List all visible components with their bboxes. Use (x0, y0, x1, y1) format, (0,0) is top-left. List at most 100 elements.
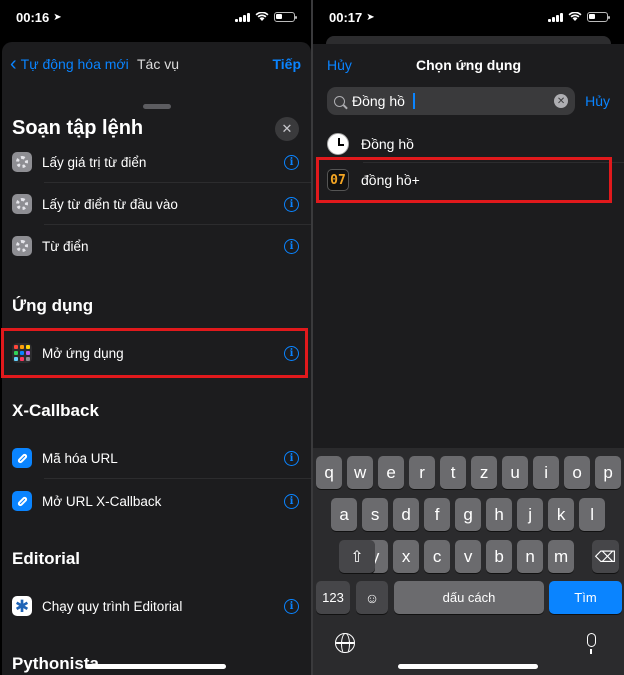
key-o[interactable]: o (564, 456, 591, 489)
wifi-icon (568, 12, 582, 21)
search-go-key[interactable]: Tìm (549, 581, 622, 614)
action-row-run-editorial-workflow[interactable]: ✱ Chạy quy trình Editorial i (2, 585, 311, 627)
info-icon[interactable]: i (284, 154, 299, 170)
numbers-key[interactable]: 123 (316, 581, 350, 614)
search-input[interactable] (352, 93, 414, 109)
text-caret (413, 93, 415, 109)
signal-icon (548, 12, 563, 22)
info-icon[interactable]: i (284, 493, 299, 509)
gear-icon (12, 194, 32, 214)
key-g[interactable]: g (455, 498, 482, 531)
backspace-key[interactable]: ⌫ (592, 540, 619, 573)
location-arrow-icon: ➤ (366, 11, 375, 23)
highlight-box (1, 328, 308, 378)
action-label: Từ điển (42, 238, 89, 254)
search-icon (334, 95, 345, 107)
key-c[interactable]: c (424, 540, 451, 573)
editorial-icon: ✱ (12, 596, 32, 616)
key-d[interactable]: d (393, 498, 420, 531)
section-header-apps: Ứng dụng (12, 296, 94, 315)
key-u[interactable]: u (502, 456, 529, 489)
sheet-title: Soạn tập lệnh (12, 117, 144, 139)
key-n[interactable]: n (517, 540, 544, 573)
nav-title: Chọn ứng dụng (416, 57, 521, 73)
wifi-icon (255, 12, 269, 21)
nav-title: Tác vụ (137, 56, 180, 72)
status-time: 00:17 (329, 9, 363, 25)
link-icon (12, 448, 32, 468)
key-r[interactable]: r (409, 456, 436, 489)
battery-icon (274, 12, 297, 22)
gear-icon (12, 236, 32, 256)
background-nav-bar: ‹ Tự động hóa mới Tác vụ Tiếp (0, 42, 311, 86)
section-header-editorial: Editorial (12, 549, 81, 568)
search-cancel-button[interactable]: Hủy (585, 93, 610, 109)
next-button[interactable]: Tiếp (272, 56, 301, 72)
back-label: Tự động hóa mới (20, 56, 129, 72)
key-j[interactable]: j (517, 498, 544, 531)
close-icon: ✕ (281, 121, 293, 136)
info-icon[interactable]: i (284, 598, 299, 614)
key-w[interactable]: w (347, 456, 374, 489)
action-row-get-dictionary-from-input[interactable]: Lấy từ điển từ đầu vào i (2, 183, 311, 225)
emoji-key[interactable]: ☺ (356, 581, 388, 614)
key-b[interactable]: b (486, 540, 513, 573)
search-row: ✕ Hủy (313, 86, 624, 116)
status-time: 00:16 (16, 9, 50, 25)
key-m[interactable]: m (548, 540, 575, 573)
shift-icon: ⇧ (350, 548, 364, 566)
key-h[interactable]: h (486, 498, 513, 531)
back-button[interactable]: ‹ Tự động hóa mới (10, 54, 129, 74)
action-row-dictionary[interactable]: Từ điển i (2, 225, 311, 267)
key-e[interactable]: e (378, 456, 405, 489)
action-label: Chạy quy trình Editorial (42, 598, 183, 614)
key-x[interactable]: x (393, 540, 420, 573)
key-q[interactable]: q (316, 456, 343, 489)
left-screen: 00:16 ➤ ‹ Tự động hóa mới Tác vụ Tiếp Soạn… (0, 0, 311, 675)
info-icon[interactable]: i (284, 450, 299, 466)
action-label: Lấy giá trị từ điển (42, 154, 147, 170)
location-arrow-icon: ➤ (53, 11, 62, 23)
app-label: Đồng hồ (361, 136, 414, 152)
sheet-grabber[interactable] (142, 104, 171, 109)
clock-icon (327, 133, 349, 155)
key-l[interactable]: l (579, 498, 606, 531)
key-v[interactable]: v (455, 540, 482, 573)
key-z[interactable]: z (471, 456, 498, 489)
key-i[interactable]: i (533, 456, 560, 489)
space-key[interactable]: dấu cách (394, 581, 544, 614)
key-t[interactable]: t (440, 456, 467, 489)
link-icon (12, 491, 32, 511)
backspace-icon: ⌫ (594, 548, 617, 566)
action-label: Mã hóa URL (42, 450, 118, 466)
highlight-box (316, 157, 612, 203)
action-label: Mở URL X-Callback (42, 493, 162, 509)
globe-icon[interactable] (335, 633, 355, 653)
key-p[interactable]: p (595, 456, 622, 489)
status-bar: 00:16 ➤ (0, 0, 311, 34)
info-icon[interactable]: i (284, 238, 299, 254)
shift-key[interactable]: ⇧ (339, 540, 375, 573)
action-row-open-x-callback-url[interactable]: Mở URL X-Callback i (2, 480, 311, 522)
battery-icon (587, 12, 610, 22)
cancel-button[interactable]: Hủy (327, 57, 352, 73)
signal-icon (235, 12, 250, 22)
close-button[interactable]: ✕ (275, 117, 299, 141)
nav-bar: Hủy Chọn ứng dụng (313, 44, 624, 86)
emoji-icon: ☺ (364, 589, 380, 606)
key-s[interactable]: s (362, 498, 389, 531)
key-f[interactable]: f (424, 498, 451, 531)
microphone-icon[interactable] (587, 633, 596, 654)
search-field[interactable]: ✕ (327, 87, 576, 115)
info-icon[interactable]: i (284, 196, 299, 212)
key-k[interactable]: k (548, 498, 575, 531)
key-a[interactable]: a (331, 498, 358, 531)
chevron-left-icon: ‹ (10, 53, 17, 75)
clear-icon[interactable]: ✕ (554, 94, 569, 108)
section-header-x-callback: X-Callback (12, 401, 99, 420)
keyboard: qwertzuiop asdfghjkl yxcvbnm ⇧ ⌫ 123 ☺ d… (313, 448, 624, 675)
actions-sheet: Soạn tập lệnh ✕ Lấy giá trị từ điển i Lấ… (2, 100, 311, 675)
home-indicator (85, 664, 226, 669)
action-row-get-dictionary-value[interactable]: Lấy giá trị từ điển i (2, 141, 311, 183)
action-row-url-encode[interactable]: Mã hóa URL i (2, 437, 311, 479)
